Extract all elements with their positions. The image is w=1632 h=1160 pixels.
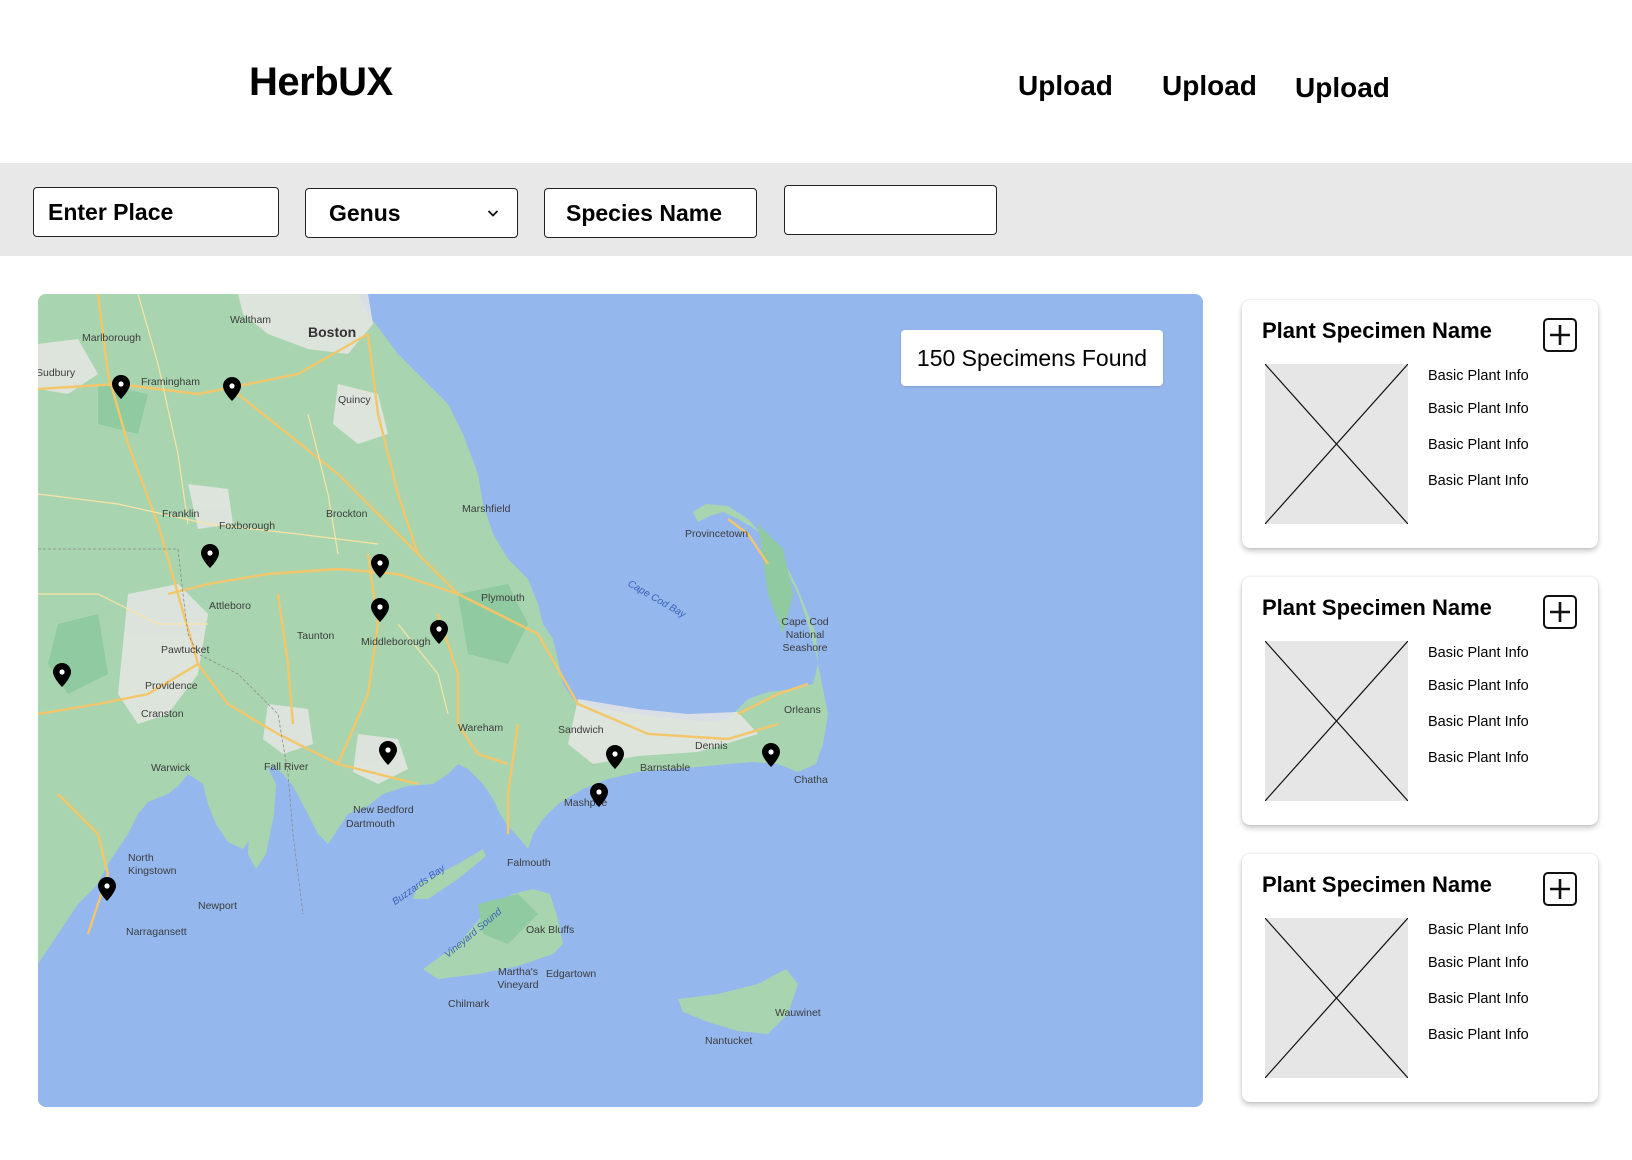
nav-upload-3[interactable]: Upload [1295, 72, 1390, 104]
specimen-count-badge: 150 Specimens Found [901, 330, 1163, 386]
map-base [38, 294, 828, 1034]
map-label-middleborough: Middleborough [361, 636, 431, 648]
map-label-foxborough: Foxborough [219, 520, 276, 532]
map-pin-icon[interactable] [201, 544, 219, 568]
specimen-name: Plant Specimen Name [1262, 318, 1492, 343]
plus-icon [1550, 325, 1570, 345]
nav-upload-2[interactable]: Upload [1162, 70, 1257, 102]
genus-select[interactable]: Genus [305, 188, 518, 238]
map-label-wareham: Wareham [458, 722, 504, 734]
map-pin-icon[interactable] [223, 377, 241, 401]
specimen-card[interactable]: Plant Specimen Name Basic Plant Info Bas… [1242, 300, 1598, 548]
map-label-provincetown: Provincetown [685, 528, 749, 540]
image-placeholder-icon [1265, 364, 1408, 524]
map-pin-icon[interactable] [379, 741, 397, 765]
map-label-marshfield: Marshfield [462, 503, 511, 515]
map-pin-icon[interactable] [53, 663, 71, 687]
map-label-barnstable: Barnstable [640, 762, 691, 774]
plus-icon [1550, 879, 1570, 899]
map-label-dennis: Dennis [695, 740, 728, 752]
map-label-franklin: Franklin [162, 508, 200, 520]
map-label-chatham: Chatha [794, 774, 828, 786]
species-input-text: Species Name [566, 199, 722, 226]
map-label-quincy: Quincy [338, 394, 371, 406]
map-label-cranston: Cranston [141, 708, 184, 720]
map-label-sudbury: Sudbury [38, 367, 76, 379]
map-pin-icon[interactable] [98, 877, 116, 901]
map-label-edgartown: Edgartown [546, 968, 597, 980]
plant-info: Basic Plant Info [1428, 1027, 1529, 1043]
map-label-wauwinet: Wauwinet [775, 1007, 821, 1019]
place-input[interactable]: Enter Place [33, 187, 279, 237]
map-pin-icon[interactable] [371, 554, 389, 578]
plant-info: Basic Plant Info [1428, 922, 1529, 938]
genus-select-value: Genus [329, 199, 401, 226]
specimen-card[interactable]: Plant Specimen Name Basic Plant Info Bas… [1242, 854, 1598, 1102]
map-pin-icon[interactable] [590, 783, 608, 807]
plant-info: Basic Plant Info [1428, 750, 1529, 766]
chevron-down-icon [487, 210, 499, 217]
plant-info: Basic Plant Info [1428, 473, 1529, 489]
map-label-brockton: Brockton [326, 508, 368, 520]
plant-info: Basic Plant Info [1428, 678, 1529, 694]
map-label-attleboro: Attleboro [209, 600, 252, 612]
plus-icon [1550, 602, 1570, 622]
image-placeholder-icon [1265, 918, 1408, 1078]
plant-info: Basic Plant Info [1428, 401, 1529, 417]
map-label-cape-cod-ns: Cape Cod National Seashore [781, 616, 829, 654]
map-label-newport: Newport [198, 900, 238, 912]
plant-info: Basic Plant Info [1428, 991, 1529, 1007]
map-pin-icon[interactable] [762, 743, 780, 767]
header: HerbUX Upload Upload Upload [0, 0, 1632, 163]
add-specimen-button[interactable] [1543, 595, 1577, 629]
specimen-card[interactable]: Plant Specimen Name Basic Plant Info Bas… [1242, 577, 1598, 825]
plant-info: Basic Plant Info [1428, 714, 1529, 730]
extra-filter-input[interactable] [784, 185, 997, 235]
nantucket [678, 969, 798, 1034]
map-label-plymouth: Plymouth [481, 592, 525, 604]
map-label-marthas-vineyard: Martha's Vineyard [497, 966, 539, 991]
map-label-nantucket: Nantucket [705, 1035, 753, 1047]
nav-upload-1[interactable]: Upload [1018, 70, 1113, 102]
add-specimen-button[interactable] [1543, 318, 1577, 352]
map-label-boston: Boston [308, 324, 357, 340]
map-label-marlborough: Marlborough [82, 332, 141, 344]
map-label-dartmouth: Dartmouth [346, 818, 396, 830]
map-label-taunton: Taunton [297, 630, 335, 642]
map-pin-icon[interactable] [606, 745, 624, 769]
map-label-warwick: Warwick [151, 762, 191, 774]
map-label-new-bedford: New Bedford [353, 804, 414, 816]
specimen-name: Plant Specimen Name [1262, 595, 1492, 620]
plant-info: Basic Plant Info [1428, 645, 1529, 661]
map-label-providence: Providence [145, 680, 198, 692]
map-label-chilmark: Chilmark [448, 998, 490, 1010]
map-label-pawtucket: Pawtucket [161, 644, 210, 656]
add-specimen-button[interactable] [1543, 872, 1577, 906]
plant-info: Basic Plant Info [1428, 437, 1529, 453]
filter-bar: Enter Place Genus Species Name [0, 163, 1632, 256]
plant-info: Basic Plant Info [1428, 955, 1529, 971]
map-label-north-kingstown: North Kingstown [128, 852, 177, 877]
logo[interactable]: HerbUX [249, 60, 393, 105]
place-input-text: Enter Place [48, 198, 174, 225]
specimen-map[interactable]: Boston Waltham Marlborough Sudbury Frami… [38, 294, 1203, 1107]
species-name-input[interactable]: Species Name [544, 188, 757, 238]
plant-info: Basic Plant Info [1428, 368, 1529, 384]
map-label-orleans: Orleans [784, 704, 821, 716]
map-label-oak-bluffs: Oak Bluffs [526, 924, 575, 936]
map-pin-icon[interactable] [371, 598, 389, 622]
map-label-fall-river: Fall River [264, 761, 309, 773]
image-placeholder-icon [1265, 641, 1408, 801]
map-label-sandwich: Sandwich [558, 724, 604, 736]
map-pin-icon[interactable] [112, 375, 130, 399]
map-label-falmouth: Falmouth [507, 857, 551, 869]
map-pin-icon[interactable] [430, 620, 448, 644]
map-label-waltham: Waltham [230, 314, 272, 326]
map-label-narragansett: Narragansett [126, 926, 187, 938]
specimen-name: Plant Specimen Name [1262, 872, 1492, 897]
map-label-framingham: Framingham [141, 376, 200, 388]
